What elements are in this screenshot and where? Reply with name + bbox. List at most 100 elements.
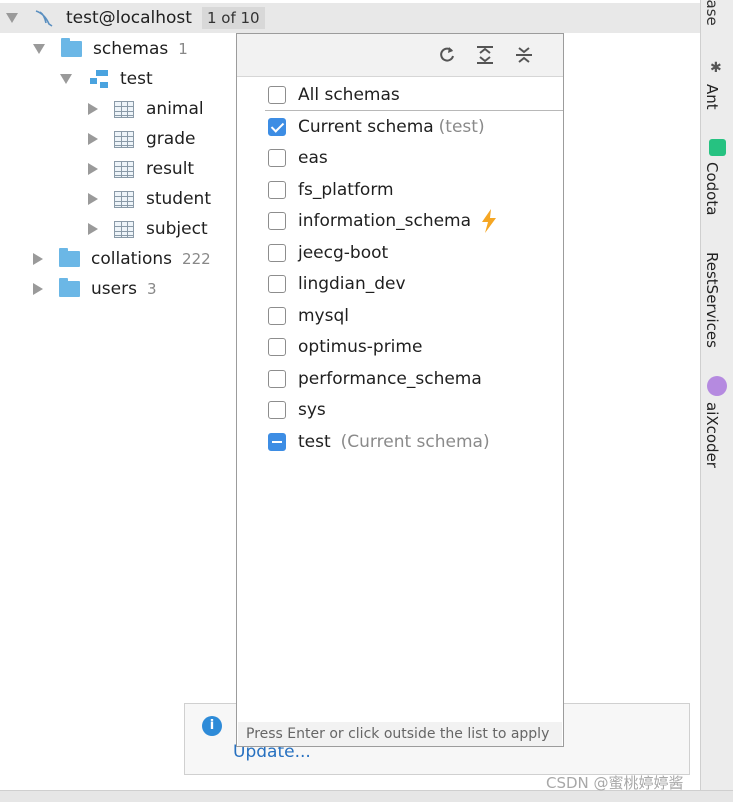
option-label: Current schema (298, 117, 434, 137)
node-label: schemas (93, 39, 169, 59)
option-label: All schemas (298, 85, 400, 105)
tree-node-test-schema[interactable]: test (60, 64, 153, 94)
schema-option[interactable]: mysql (268, 302, 349, 330)
schema-option-test[interactable]: test (Current schema) (268, 428, 490, 456)
tree-node-users[interactable]: users 3 (33, 274, 156, 304)
table-icon (114, 130, 134, 148)
table-icon (114, 220, 134, 238)
option-suffix: (Current schema) (340, 432, 490, 452)
ant-icon: ✱ (710, 60, 722, 76)
schema-option-current[interactable]: Current schema (test) (268, 113, 485, 141)
apply-hint: Press Enter or click outside the list to… (238, 722, 562, 746)
expand-arrow-icon[interactable] (60, 74, 72, 84)
schema-option[interactable]: fs_platform (268, 176, 394, 204)
schema-option[interactable]: optimus-prime (268, 333, 422, 361)
schema-option[interactable]: eas (268, 144, 328, 172)
option-label: test (298, 432, 331, 452)
connection-row[interactable]: test@localhost 1 of 10 (0, 3, 700, 33)
checkbox[interactable] (268, 401, 286, 419)
tool-window-ant[interactable]: Ant (703, 84, 721, 110)
option-label: fs_platform (298, 180, 394, 200)
node-label: subject (146, 219, 208, 239)
collapse-arrow-icon[interactable] (33, 253, 43, 265)
node-label: animal (146, 99, 204, 119)
checkbox[interactable] (268, 307, 286, 325)
collapse-arrow-icon[interactable] (88, 223, 98, 235)
schema-icon (88, 69, 110, 89)
checkbox[interactable] (268, 212, 286, 230)
tool-window-restservices[interactable]: RestServices (703, 252, 721, 348)
schema-option[interactable]: jeecg-boot (268, 239, 388, 267)
right-tool-strip: base ✱ Ant Codota RestServices aiXcoder (700, 0, 733, 790)
checkbox[interactable] (268, 338, 286, 356)
aixcoder-icon (707, 376, 727, 396)
table-icon (114, 100, 134, 118)
tree-node-collations[interactable]: collations 222 (33, 244, 211, 274)
checkbox[interactable] (268, 149, 286, 167)
popup-toolbar (237, 34, 563, 77)
option-label: lingdian_dev (298, 274, 406, 294)
expand-all-icon[interactable] (475, 45, 495, 65)
watermark: CSDN @蜜桃婷婷酱 (546, 774, 684, 792)
node-label: result (146, 159, 195, 179)
collapse-arrow-icon[interactable] (88, 163, 98, 175)
checkbox[interactable] (268, 118, 286, 136)
option-suffix: (test) (438, 117, 485, 137)
collapse-arrow-icon[interactable] (88, 133, 98, 145)
folder-icon (61, 38, 82, 57)
schema-option[interactable]: information_schema (268, 207, 499, 235)
option-label: information_schema (298, 211, 472, 231)
node-label: test (120, 69, 153, 89)
option-label: optimus-prime (298, 337, 423, 357)
node-count: 1 (178, 40, 188, 58)
tree-node-schemas[interactable]: schemas 1 (33, 34, 188, 64)
option-label: performance_schema (298, 369, 482, 389)
schema-option-all[interactable]: All schemas (268, 81, 400, 109)
table-icon (114, 190, 134, 208)
expand-arrow-icon[interactable] (6, 13, 18, 23)
node-label: collations (91, 249, 173, 269)
codota-icon (709, 139, 726, 156)
checkbox[interactable] (268, 86, 286, 104)
tree-node-table[interactable]: subject (88, 214, 208, 244)
connection-title: test@localhost (66, 8, 192, 28)
tool-window-aixcoder[interactable]: aiXcoder (703, 402, 721, 468)
option-label: sys (298, 400, 326, 420)
folder-icon (59, 278, 80, 297)
collapse-all-icon[interactable] (514, 45, 534, 65)
folder-icon (59, 248, 80, 267)
option-label: jeecg-boot (298, 243, 389, 263)
schema-option[interactable]: sys (268, 396, 326, 424)
pager-badge[interactable]: 1 of 10 (201, 7, 265, 29)
checkbox[interactable] (268, 433, 286, 451)
tool-window-codota[interactable]: Codota (703, 162, 721, 215)
checkbox[interactable] (268, 244, 286, 262)
schema-filter-popup: All schemas Current schema (test) eas fs… (236, 33, 564, 747)
collapse-arrow-icon[interactable] (88, 193, 98, 205)
node-count: 3 (146, 280, 157, 298)
node-label: grade (146, 129, 196, 149)
info-icon: i (202, 716, 222, 736)
option-label: eas (298, 148, 328, 168)
tree-node-table[interactable]: grade (88, 124, 195, 154)
refresh-icon[interactable] (437, 45, 457, 65)
checkbox[interactable] (268, 275, 286, 293)
expand-arrow-icon[interactable] (33, 44, 45, 54)
collapse-arrow-icon[interactable] (88, 103, 98, 115)
schema-option[interactable]: performance_schema (268, 365, 482, 393)
node-count: 222 (182, 250, 211, 268)
table-icon (114, 160, 134, 178)
mysql-dolphin-icon (35, 10, 53, 27)
schema-option[interactable]: lingdian_dev (268, 270, 406, 298)
checkbox[interactable] (268, 181, 286, 199)
collapse-arrow-icon[interactable] (33, 283, 43, 295)
node-label: users (91, 279, 137, 299)
tool-window-database[interactable]: base (703, 0, 721, 26)
separator (265, 110, 563, 111)
option-label: mysql (298, 306, 349, 326)
lightning-icon (482, 209, 497, 233)
tree-node-table[interactable]: result (88, 154, 194, 184)
tree-node-table[interactable]: animal (88, 94, 204, 124)
checkbox[interactable] (268, 370, 286, 388)
tree-node-table[interactable]: student (88, 184, 211, 214)
